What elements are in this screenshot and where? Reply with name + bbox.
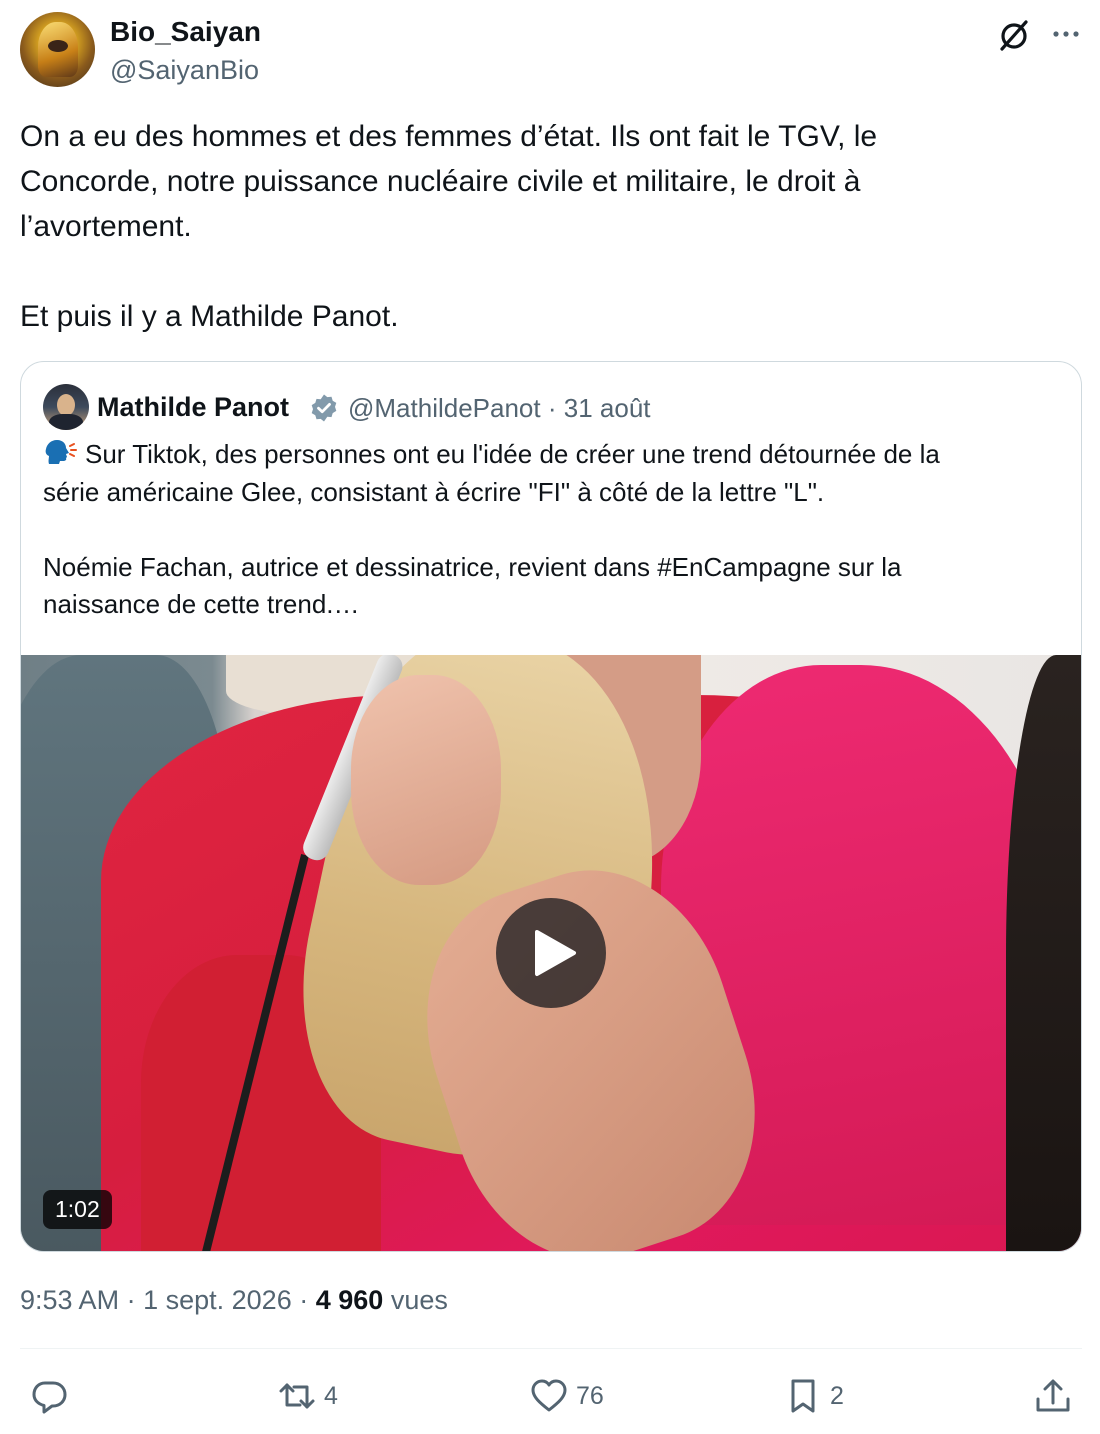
verified-badge-icon (311, 394, 337, 422)
more-icon[interactable] (1048, 16, 1084, 52)
meta-separator: · (126, 1285, 136, 1315)
repost-count: 4 (324, 1381, 338, 1410)
quote-author-name[interactable]: Mathilde Panot (97, 392, 289, 423)
quote-author-avatar[interactable] (43, 384, 89, 430)
video-player[interactable]: 1:02 (21, 655, 1081, 1251)
tweet-meta: 9:53 AM · 1 sept. 2026 · 4 960 vues (20, 1285, 448, 1316)
bookmark-icon (791, 1379, 815, 1413)
author-handle[interactable]: @SaiyanBio (110, 55, 259, 86)
speaking-head-icon (45, 440, 77, 464)
tweet-time[interactable]: 9:53 AM (20, 1285, 119, 1315)
quote-author-handle[interactable]: @MathildePanot (348, 393, 541, 423)
quote-date[interactable]: 31 août (564, 393, 651, 423)
like-button[interactable]: 76 (530, 1368, 604, 1424)
avatar-face (57, 394, 75, 416)
share-icon (1036, 1379, 1070, 1412)
author-display-name[interactable]: Bio_Saiyan (110, 16, 261, 48)
share-button[interactable] (1034, 1368, 1072, 1424)
avatar-body (49, 414, 83, 430)
action-bar: 4 76 2 (20, 1368, 1082, 1424)
reply-icon (32, 1381, 67, 1414)
play-icon (535, 930, 576, 976)
bookmark-button[interactable]: 2 (784, 1368, 844, 1424)
quote-meta: @MathildePanot · 31 août (348, 393, 651, 424)
divider (20, 1348, 1082, 1349)
like-icon (531, 1379, 567, 1412)
bookmark-count: 2 (830, 1381, 844, 1410)
play-button[interactable] (496, 898, 606, 1008)
tweet-header: Bio_Saiyan @SaiyanBio (20, 12, 1082, 90)
video-frame-hand (351, 675, 501, 885)
quote-separator: · (547, 393, 557, 423)
repost-button[interactable]: 4 (278, 1368, 338, 1424)
quote-text: Sur Tiktok, des personnes ont eu l'idée … (43, 439, 940, 619)
quote-text-block: Sur Tiktok, des personnes ont eu l'idée … (43, 436, 1063, 624)
author-avatar[interactable] (20, 12, 95, 87)
meta-separator: · (299, 1285, 309, 1315)
tweet-date[interactable]: 1 sept. 2026 (143, 1285, 292, 1315)
grok-icon[interactable] (995, 16, 1033, 54)
views-label: vues (390, 1285, 448, 1315)
tweet-text: On a eu des hommes et des femmes d’état.… (20, 120, 878, 333)
video-duration-badge: 1:02 (43, 1190, 112, 1229)
quoted-tweet[interactable]: Mathilde Panot @MathildePanot · 31 août … (20, 361, 1082, 1252)
avatar-detail (48, 40, 68, 52)
views-count: 4 960 (315, 1285, 384, 1315)
repost-icon (279, 1383, 315, 1409)
reply-button[interactable] (30, 1368, 68, 1424)
like-count: 76 (576, 1381, 604, 1410)
